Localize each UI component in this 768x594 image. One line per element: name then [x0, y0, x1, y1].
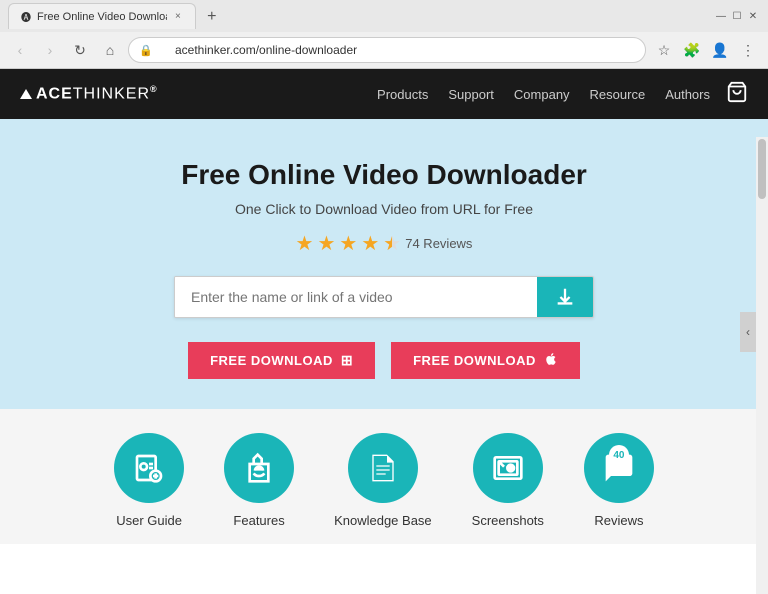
reviews-count: 74 Reviews — [405, 236, 472, 251]
hero-subtitle: One Click to Download Video from URL for… — [20, 201, 748, 217]
features-icon-wrapper — [224, 433, 294, 503]
download-btn2-label: FREE DOWNLOAD — [413, 353, 536, 368]
knowledge-base-icon-circle — [348, 433, 418, 503]
hero-title: Free Online Video Downloader — [20, 159, 748, 191]
icon-item-features[interactable]: Features — [224, 433, 294, 528]
screenshots-label: Screenshots — [472, 513, 544, 528]
extension-icon[interactable]: 🧩 — [680, 38, 704, 62]
reviews-icon-circle: 40 — [584, 433, 654, 503]
site-navigation: ACETHINKER® Products Support Company Res… — [0, 69, 768, 119]
window-controls: — ☐ ✕ — [714, 9, 760, 23]
page-content: ‹ ACETHINKER® Products Support Company R… — [0, 69, 768, 594]
menu-button[interactable]: ⋮ — [736, 38, 760, 62]
features-label: Features — [233, 513, 284, 528]
download-buttons: FREE DOWNLOAD ⊞ FREE DOWNLOAD — [20, 342, 748, 379]
lock-icon: 🔒 — [139, 44, 153, 57]
address-bar-row: ‹ › ↻ ⌂ 🔒 acethinker.com/online-download… — [0, 32, 768, 68]
icon-item-user-guide[interactable]: User Guide — [114, 433, 184, 528]
windows-icon: ⊞ — [341, 352, 353, 369]
scrollbar-track[interactable] — [756, 137, 768, 594]
knowledge-base-label: Knowledge Base — [334, 513, 432, 528]
nav-authors[interactable]: Authors — [665, 87, 710, 102]
features-icon-circle — [224, 433, 294, 503]
scrollbar-thumb[interactable] — [758, 139, 766, 199]
new-tab-button[interactable]: + — [200, 5, 224, 29]
site-logo[interactable]: ACETHINKER® — [20, 84, 158, 103]
address-field[interactable]: 🔒 acethinker.com/online-downloader — [128, 37, 646, 63]
maximize-button[interactable]: ☐ — [730, 9, 744, 23]
star-2: ★ — [317, 231, 335, 256]
profile-icon[interactable]: 👤 — [708, 38, 732, 62]
search-download-button[interactable] — [537, 277, 593, 317]
icon-item-screenshots[interactable]: Screenshots — [472, 433, 544, 528]
mac-icon — [544, 352, 558, 369]
reviews-badge: 40 — [609, 445, 629, 465]
tabs-area: 🅐 Free Online Video Downloader - × + — [8, 3, 224, 29]
bottom-icons-section: User Guide Features — [0, 409, 768, 544]
screenshots-icon-circle — [473, 433, 543, 503]
user-guide-icon-wrapper — [114, 433, 184, 503]
logo-triangle-icon — [20, 89, 32, 99]
tab-favicon: 🅐 — [21, 9, 31, 24]
nav-support[interactable]: Support — [448, 87, 494, 102]
logo-text: ACETHINKER® — [36, 84, 158, 103]
stars-row: ★ ★ ★ ★ ★ ★ 74 Reviews — [20, 231, 748, 256]
reviews-icon-wrapper: 40 — [584, 433, 654, 503]
screenshots-icon-wrapper — [473, 433, 543, 503]
browser-chrome: 🅐 Free Online Video Downloader - × + — ☐… — [0, 0, 768, 69]
search-container — [174, 276, 594, 318]
tab-title: Free Online Video Downloader - — [37, 11, 167, 23]
user-guide-label: User Guide — [116, 513, 182, 528]
hero-section: Free Online Video Downloader One Click t… — [0, 119, 768, 409]
bookmark-button[interactable]: ☆ — [652, 38, 676, 62]
nav-company[interactable]: Company — [514, 87, 570, 102]
browser-toolbar: ☆ 🧩 👤 ⋮ — [652, 38, 760, 62]
star-3: ★ — [339, 231, 357, 256]
refresh-button[interactable]: ↻ — [68, 38, 92, 62]
download-mac-button[interactable]: FREE DOWNLOAD — [391, 342, 580, 379]
active-tab[interactable]: 🅐 Free Online Video Downloader - × — [8, 3, 196, 29]
search-row — [20, 276, 748, 318]
nav-products[interactable]: Products — [377, 87, 428, 102]
icon-item-knowledge-base[interactable]: Knowledge Base — [334, 433, 432, 528]
download-windows-button[interactable]: FREE DOWNLOAD ⊞ — [188, 342, 375, 379]
star-5-half: ★ ★ — [383, 231, 401, 256]
star-4: ★ — [361, 231, 379, 256]
url-text: acethinker.com/online-downloader — [175, 43, 357, 57]
cart-icon[interactable] — [726, 81, 748, 108]
user-guide-icon-circle — [114, 433, 184, 503]
star-1: ★ — [296, 231, 314, 256]
download-btn1-label: FREE DOWNLOAD — [210, 353, 333, 368]
back-button[interactable]: ‹ — [8, 38, 32, 62]
close-window-button[interactable]: ✕ — [746, 9, 760, 23]
home-button[interactable]: ⌂ — [98, 38, 122, 62]
knowledge-base-icon-wrapper — [348, 433, 418, 503]
tab-close-button[interactable]: × — [173, 11, 183, 22]
reviews-label: Reviews — [594, 513, 643, 528]
forward-button[interactable]: › — [38, 38, 62, 62]
minimize-button[interactable]: — — [714, 9, 728, 23]
search-input[interactable] — [175, 277, 537, 317]
nav-links: Products Support Company Resource Author… — [377, 87, 710, 102]
side-expand-arrow[interactable]: ‹ — [740, 312, 756, 352]
title-bar: 🅐 Free Online Video Downloader - × + — ☐… — [0, 0, 768, 32]
nav-resource[interactable]: Resource — [590, 87, 646, 102]
icon-item-reviews[interactable]: 40 Reviews — [584, 433, 654, 528]
